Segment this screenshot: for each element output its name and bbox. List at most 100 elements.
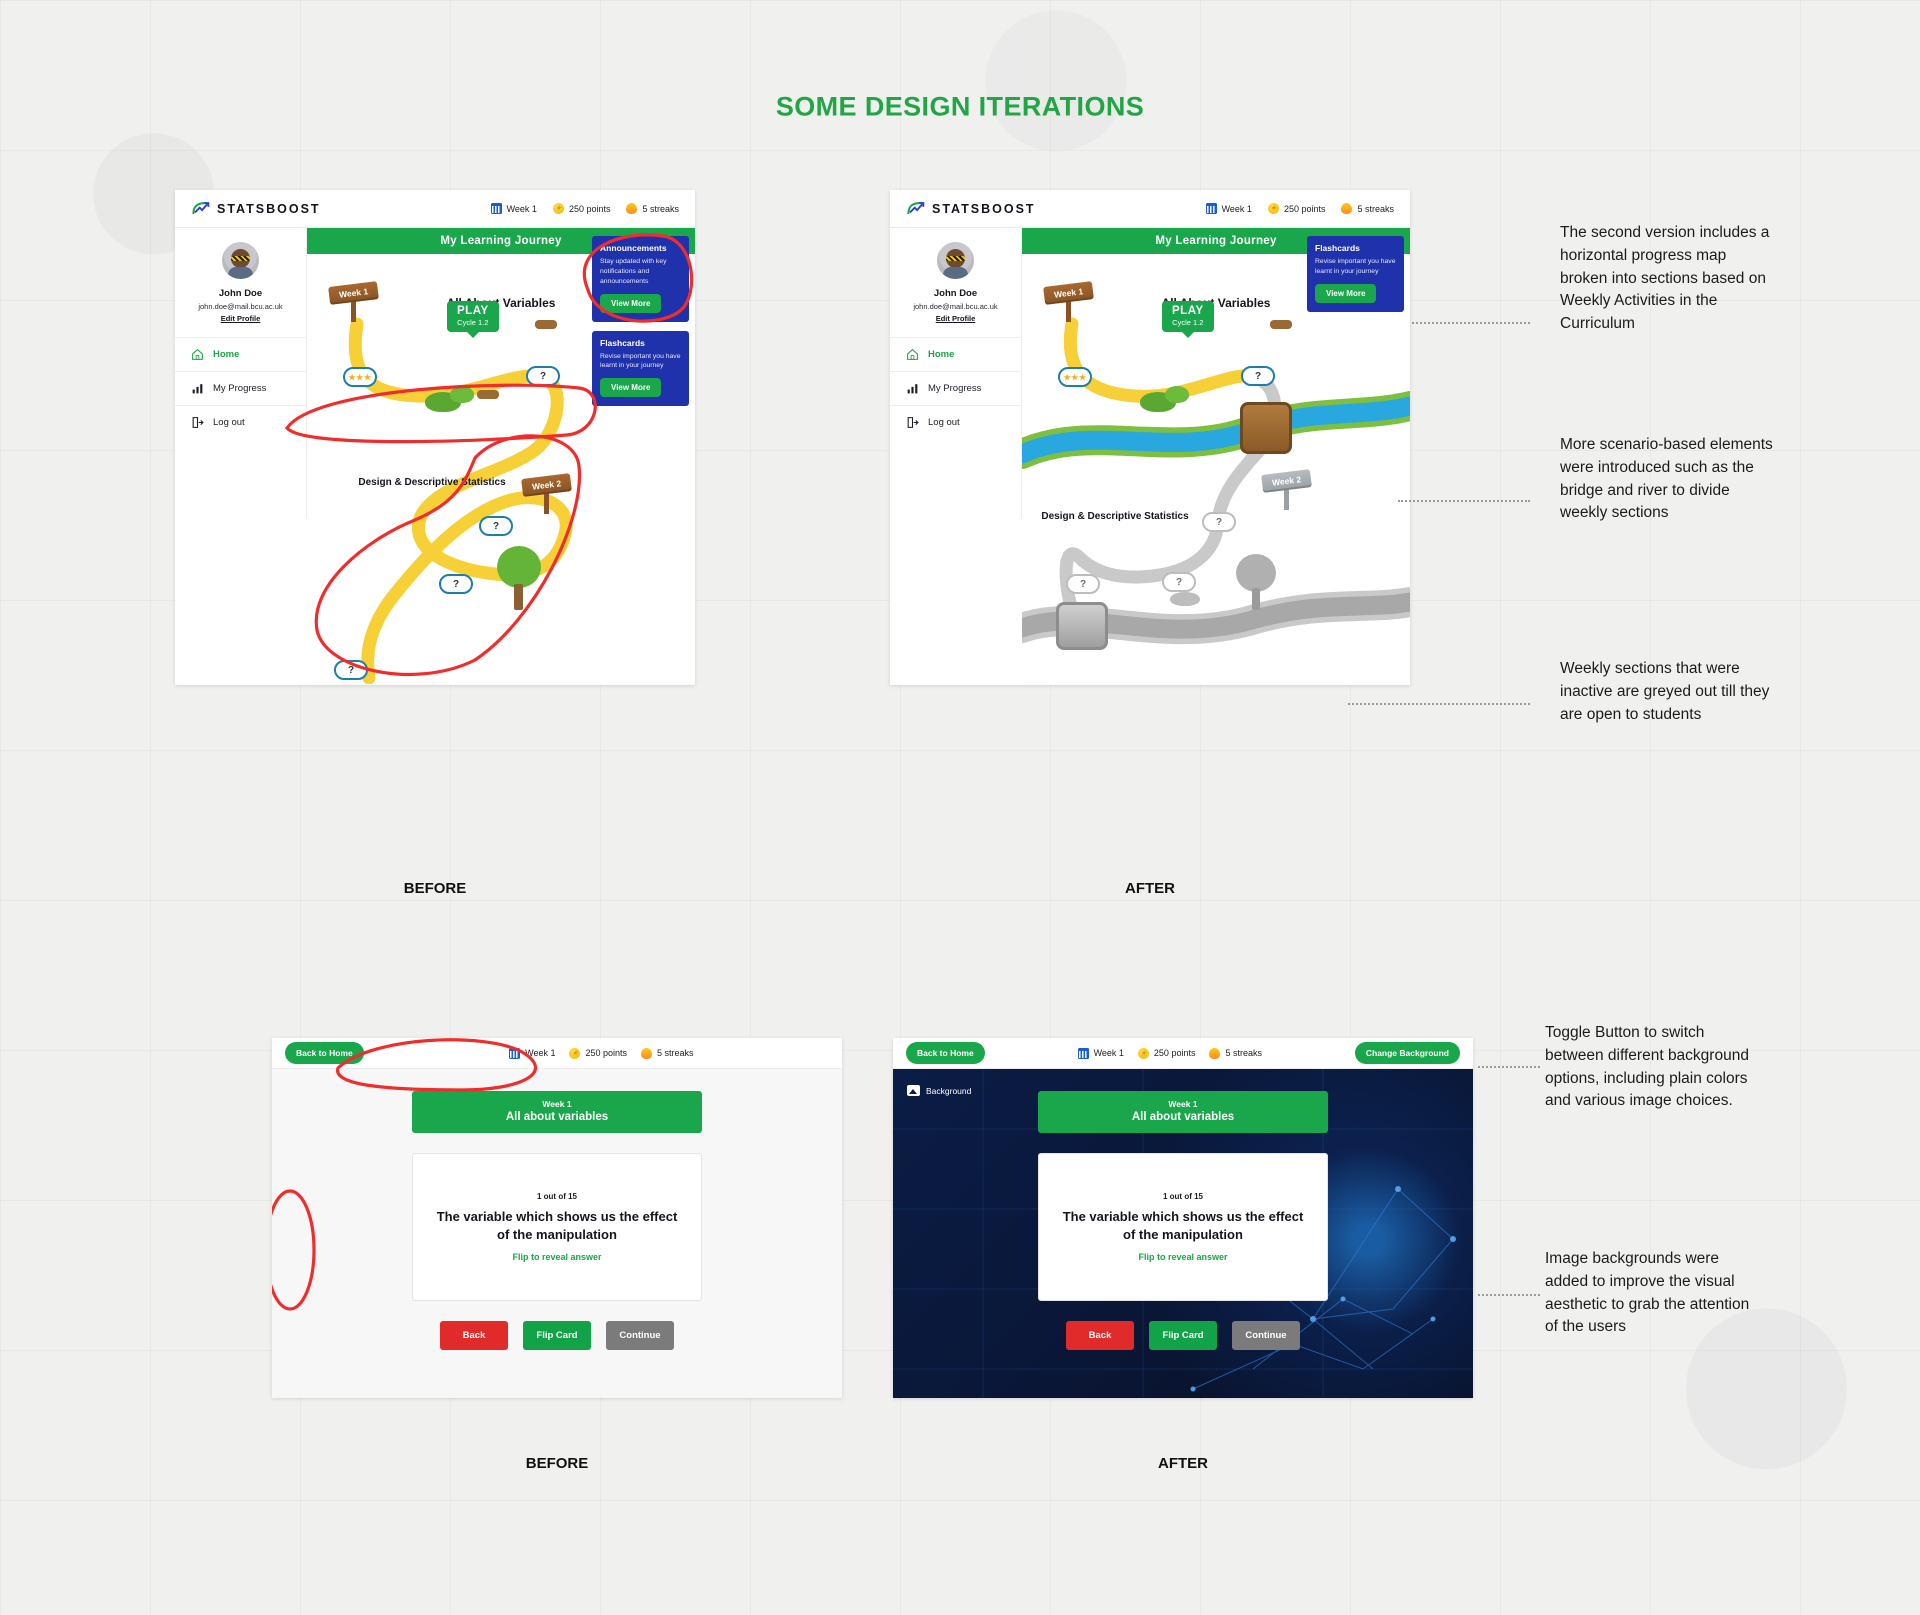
back-to-home-button[interactable]: Back to Home: [285, 1042, 364, 1064]
sidebar-item-log-out-label: Log out: [928, 417, 960, 428]
caption-after-top: AFTER: [1125, 880, 1175, 897]
map-node-q4[interactable]: ?: [334, 660, 368, 680]
play-button[interactable]: PLAY Cycle 1.2: [1162, 301, 1214, 332]
chart-icon: [907, 384, 918, 394]
week-banner-topic: All about variables: [1131, 1111, 1235, 1123]
map-node-stars[interactable]: ★★★: [1058, 367, 1092, 387]
card-announcements-body: Stay updated with key notifications and …: [600, 258, 667, 285]
map-node-q1[interactable]: ?: [526, 366, 560, 386]
back-button[interactable]: Back: [1066, 1321, 1134, 1350]
brand-name: STATSBOOST: [932, 201, 1036, 216]
tree-icon: [497, 546, 541, 588]
caption-before-bottom: BEFORE: [525, 1455, 589, 1472]
sidebar-item-home[interactable]: Home: [890, 337, 1021, 371]
sidebar-item-home-label: Home: [928, 349, 955, 360]
caption-after-bottom: AFTER: [1158, 1455, 1208, 1472]
signpost-week-2: Week 2: [521, 473, 573, 514]
edit-profile-link[interactable]: Edit Profile: [936, 314, 976, 323]
signpost-week-2-label: Week 2: [1261, 469, 1313, 493]
play-button[interactable]: PLAY Cycle 1.2: [447, 301, 499, 332]
avatar: [937, 242, 974, 279]
map-node-stars[interactable]: ★★★: [343, 367, 377, 387]
signpost-week-1-label: Week 1: [328, 281, 380, 305]
fire-icon: [1209, 1047, 1221, 1059]
sidebar-item-my-progress[interactable]: My Progress: [175, 371, 306, 405]
header-badges: Week 1 250 points 5 streaks: [509, 1047, 694, 1059]
leader-line-3: [1348, 703, 1530, 705]
flip-card-button[interactable]: Flip Card: [523, 1321, 591, 1350]
map-node-q4[interactable]: ?: [1066, 574, 1100, 594]
log-icon: [535, 320, 557, 329]
rock-icon-grey: [1170, 592, 1200, 606]
flip-to-reveal-link[interactable]: Flip to reveal answer: [512, 1252, 601, 1262]
sidebar-item-my-progress[interactable]: My Progress: [890, 371, 1021, 405]
badge-streaks: 5 streaks: [1209, 1047, 1262, 1059]
flashcard-question: The variable which shows us the effect o…: [1062, 1208, 1304, 1242]
badge-streaks-label: 5 streaks: [657, 1048, 694, 1058]
header-badges: Week 1 250 points 5 streaks: [490, 203, 679, 214]
card-flashcards-body: Revise important you have learnt in your…: [600, 352, 681, 370]
edit-profile-link[interactable]: Edit Profile: [221, 314, 261, 323]
learning-map: All About Variables Design & Descriptive…: [1022, 254, 1410, 684]
card-flashcards-view-more-button[interactable]: View More: [600, 378, 662, 398]
flashcard[interactable]: 1 out of 15 The variable which shows us …: [1038, 1153, 1328, 1301]
flip-to-reveal-link[interactable]: Flip to reveal answer: [1138, 1252, 1227, 1262]
badge-streaks: 5 streaks: [626, 203, 679, 214]
sidebar: John Doe john.doe@mail.bcu.ac.uk Edit Pr…: [175, 228, 307, 518]
mock-before-flashcard: Back to Home Week 1 250 points 5 streaks…: [272, 1038, 842, 1398]
bush-icon: [1165, 386, 1189, 403]
play-button-label: PLAY: [1172, 305, 1204, 317]
leader-line-2: [1398, 500, 1530, 502]
anno-image-backgrounds: Image backgrounds were added to improve …: [1545, 1250, 1750, 1336]
signpost-week-1-label: Week 1: [1043, 281, 1095, 305]
map-node-q1[interactable]: ?: [1241, 366, 1275, 386]
header-badges: Week 1 250 points 5 streaks: [1077, 1047, 1262, 1059]
badge-streaks-label: 5 streaks: [1225, 1048, 1262, 1058]
sidebar-item-my-progress-label: My Progress: [928, 383, 982, 394]
flashcard[interactable]: 1 out of 15 The variable which shows us …: [412, 1153, 702, 1301]
play-button-label: PLAY: [457, 305, 489, 317]
map-node-q3[interactable]: ?: [439, 574, 473, 594]
sidebar-item-home[interactable]: Home: [175, 337, 306, 371]
continue-button[interactable]: Continue: [606, 1321, 674, 1350]
card-flashcards-title: Flashcards: [600, 337, 645, 348]
badge-points-label: 250 points: [568, 203, 611, 214]
brand: STATSBOOST: [191, 200, 321, 217]
badge-streaks: 5 streaks: [641, 1047, 694, 1059]
sidebar-item-log-out[interactable]: Log out: [175, 405, 306, 439]
badge-streaks: 5 streaks: [1341, 203, 1394, 214]
map-node-q3[interactable]: ?: [1162, 572, 1196, 592]
back-to-home-button[interactable]: Back to Home: [906, 1042, 985, 1064]
side-cards: Announcements Stay updated with key noti…: [592, 236, 689, 407]
header-badges: Week 1 250 points 5 streaks: [1205, 203, 1394, 214]
tree-trunk-icon-grey: [1252, 588, 1260, 610]
log-icon: [477, 390, 499, 399]
app-header: STATSBOOST Week 1 250 points 5 streaks: [175, 190, 695, 228]
card-flashcards-view-more-button[interactable]: View More: [1315, 283, 1377, 303]
map-node-q2[interactable]: ?: [479, 516, 513, 536]
map-node-q2[interactable]: ?: [1202, 512, 1236, 532]
continue-button[interactable]: Continue: [1232, 1321, 1300, 1350]
anno-greyed-sections: Weekly sections that were inactive are g…: [1560, 660, 1770, 723]
mock-before-journey: STATSBOOST Week 1 250 points 5 streaks J…: [175, 190, 695, 685]
back-button[interactable]: Back: [440, 1321, 508, 1350]
badge-week-label: Week 1: [506, 203, 537, 214]
tree-trunk-icon: [514, 584, 523, 610]
badge-points: 250 points: [1267, 203, 1325, 214]
badge-points-label: 250 points: [585, 1048, 628, 1058]
week-banner-week: Week 1: [542, 1099, 572, 1109]
play-button-cycle: Cycle 1.2: [457, 318, 489, 327]
change-background-button[interactable]: Change Background: [1354, 1042, 1460, 1064]
home-icon: [192, 348, 203, 360]
anno-scenario-elements: More scenario-based elements were introd…: [1560, 436, 1773, 522]
card-announcements-view-more-button[interactable]: View More: [600, 293, 662, 313]
sidebar-item-log-out-label: Log out: [213, 417, 245, 428]
leader-line-4: [1478, 1066, 1540, 1068]
signpost-week-1: Week 1: [1043, 281, 1095, 322]
badge-week: Week 1: [490, 203, 537, 214]
badge-streaks-label: 5 streaks: [1357, 203, 1394, 214]
user-email: john.doe@mail.bcu.ac.uk: [913, 302, 998, 311]
badge-points-label: 250 points: [1153, 1048, 1196, 1058]
flip-card-button[interactable]: Flip Card: [1149, 1321, 1217, 1350]
sidebar-item-log-out[interactable]: Log out: [890, 405, 1021, 439]
